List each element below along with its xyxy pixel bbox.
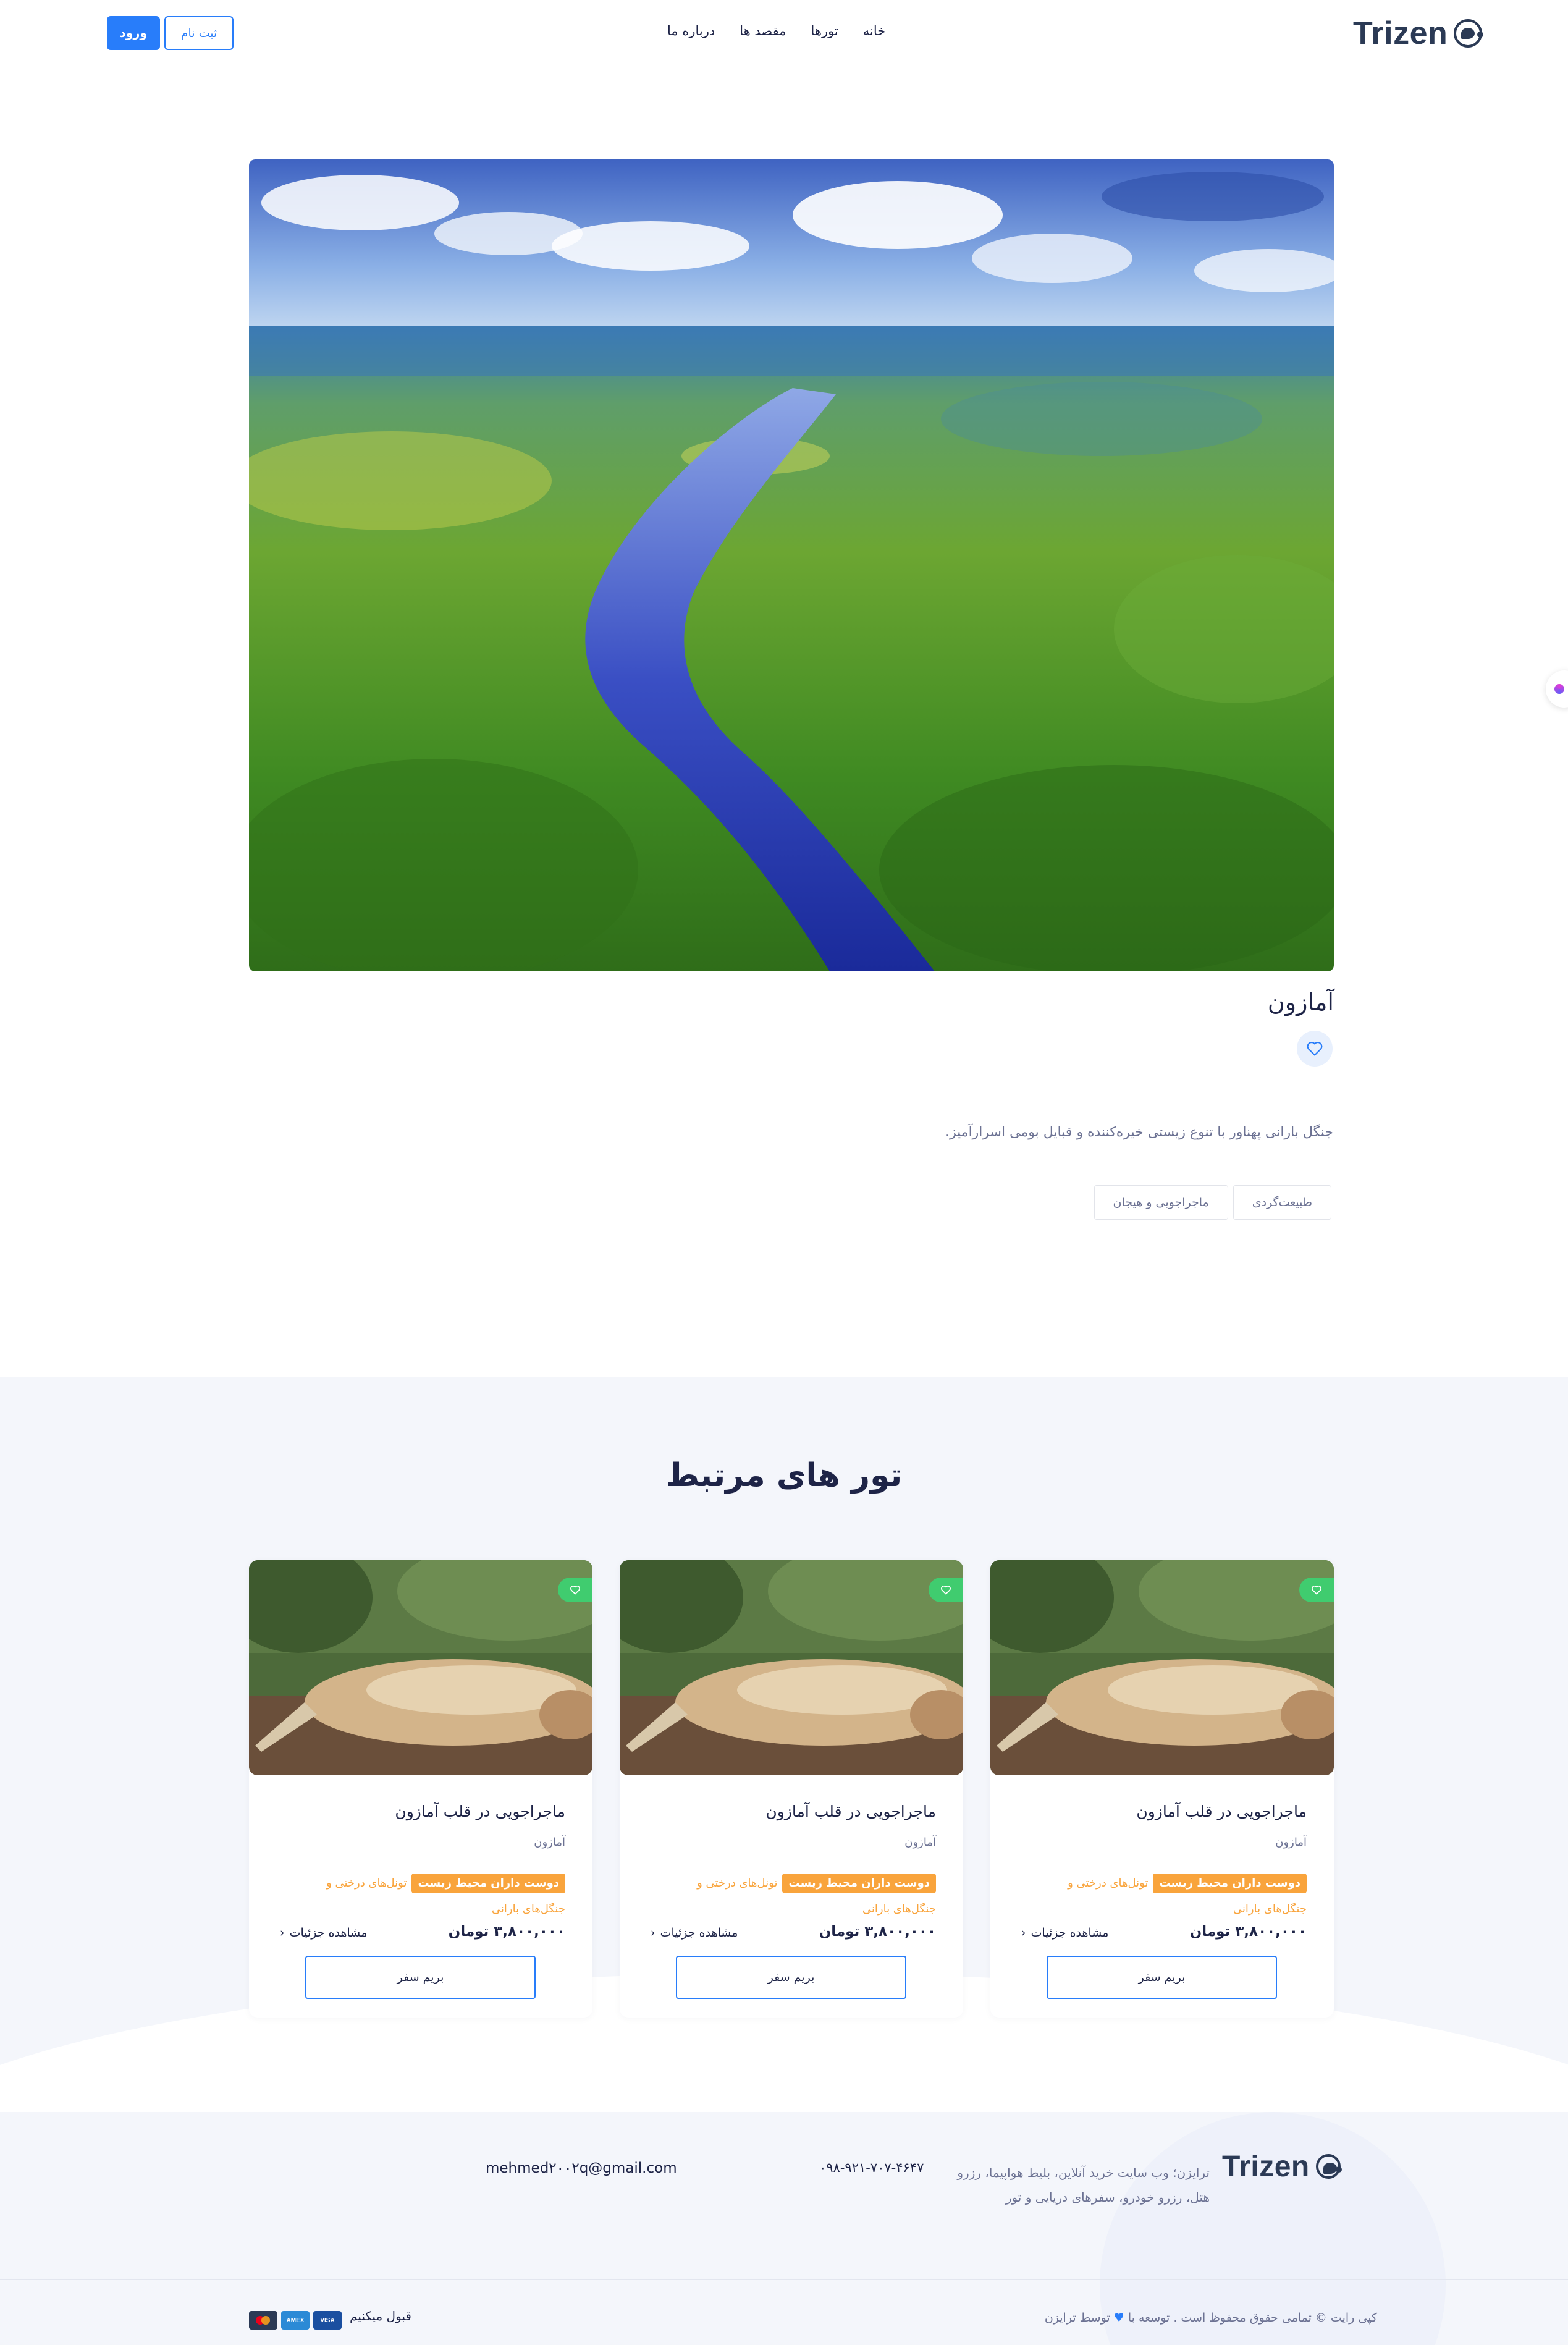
footer-phone[interactable]: ۰۹۸-۹۲۱-۷۰۷-۴۶۴۷ [819, 2160, 924, 2175]
tour-badge: دوست داران محیط زیست [782, 1874, 936, 1893]
chevron-left-icon: ‹ [651, 1926, 655, 1940]
book-tour-button[interactable]: بریم سفر [305, 1956, 536, 1999]
tour-thumbnail[interactable] [620, 1560, 963, 1775]
tour-location: آمازون [534, 1836, 565, 1849]
destination-title: آمازون [1267, 989, 1334, 1016]
view-details-link[interactable]: مشاهده جزئیات ‹ [651, 1926, 738, 1940]
logo[interactable]: Trizen [1353, 15, 1484, 52]
details-label: مشاهده جزئیات [289, 1926, 368, 1940]
globe-logo-icon [1454, 19, 1484, 48]
footer-logo[interactable]: Trizen [1222, 2148, 1342, 2185]
related-tours-title: تور های مرتبط [665, 1457, 903, 1494]
login-button[interactable]: ورود [107, 16, 160, 50]
favorite-badge[interactable] [1299, 1578, 1334, 1602]
book-tour-button[interactable]: بریم سفر [676, 1956, 906, 1999]
view-details-link[interactable]: مشاهده جزئیات ‹ [280, 1926, 367, 1940]
copyright-text: کپی رایت © تمامی حقوق محفوظ است . توسعه … [1045, 2311, 1377, 2325]
tour-title[interactable]: ماجراجویی در قلب آمازون [765, 1802, 936, 1820]
register-button[interactable]: ثبت نام [164, 16, 234, 50]
destination-hero-image [249, 159, 1334, 971]
tour-title[interactable]: ماجراجویی در قلب آمازون [1136, 1802, 1307, 1820]
copyright-pre: کپی رایت © تمامی حقوق محفوظ است . توسعه … [1128, 2311, 1377, 2325]
tag-nature[interactable]: طبیعت‌گردی [1233, 1185, 1331, 1220]
footer-about: ترایزن؛ وب سایت خرید آنلاین، بلیط هواپیم… [957, 2165, 1210, 2205]
heart-icon [1307, 1042, 1323, 1056]
mastercard-icon [249, 2311, 277, 2330]
view-details-link[interactable]: مشاهده جزئیات ‹ [1021, 1926, 1108, 1940]
chevron-left-icon: ‹ [1021, 1926, 1026, 1940]
decorative-circle [1100, 2112, 1446, 2345]
tour-thumbnail[interactable] [990, 1560, 1334, 1775]
tour-badge: دوست داران محیط زیست [1153, 1874, 1307, 1893]
destination-description: جنگل بارانی پهناور با تنوع زیستی خیره‌کن… [945, 1125, 1333, 1140]
heart-icon [570, 1585, 580, 1595]
related-tours-section: تور های مرتبط ماجراجویی در قلب آمازون آم… [0, 1377, 1568, 2112]
floating-widget-button[interactable] [1546, 670, 1568, 708]
tour-price: ۳,۸۰۰,۰۰۰ تومان [1189, 1924, 1307, 1940]
details-label: مشاهده جزئیات [660, 1926, 738, 1940]
footer-logo-text: Trizen [1222, 2150, 1310, 2183]
tag-adventure[interactable]: ماجراجویی و هیجان [1094, 1185, 1228, 1220]
visa-icon: VISA [313, 2311, 342, 2330]
tour-badges: دوست داران محیط زیستتونل‌های درختی و جنگ… [677, 1870, 936, 1922]
footer-email[interactable]: mehmed۲۰۰۲q@gmail.com [486, 2160, 677, 2176]
nav-item-destinations[interactable]: مقصد ها [740, 23, 786, 38]
favorite-button[interactable] [1297, 1031, 1333, 1067]
payment-accept-label: قبول میکنیم [350, 2309, 411, 2323]
footer-divider [0, 2279, 1568, 2280]
nav-item-tours[interactable]: تورها [811, 23, 838, 38]
copyright-post: توسط ترایزن [1044, 2311, 1110, 2325]
tour-price: ۳,۸۰۰,۰۰۰ تومان [448, 1924, 565, 1940]
amex-icon: AMEX [281, 2311, 310, 2330]
tour-badges: دوست داران محیط زیستتونل‌های درختی و جنگ… [1047, 1870, 1307, 1922]
nav-item-about[interactable]: درباره ما [667, 23, 715, 38]
tour-location: آمازون [904, 1836, 936, 1849]
details-label: مشاهده جزئیات [1031, 1926, 1109, 1940]
site-header: Trizen خانه تورها مقصد ها درباره ما ثبت … [0, 0, 1568, 68]
chevron-left-icon: ‹ [280, 1926, 285, 1940]
globe-logo-icon [1315, 2154, 1342, 2179]
book-tour-button[interactable]: بریم سفر [1047, 1956, 1277, 1999]
site-footer: Trizen ترایزن؛ وب سایت خرید آنلاین، بلیط… [0, 2112, 1568, 2345]
tour-price: ۳,۸۰۰,۰۰۰ تومان [819, 1924, 936, 1940]
tour-card[interactable]: ماجراجویی در قلب آمازون آمازون دوست دارا… [249, 1560, 592, 2018]
tour-location: آمازون [1275, 1836, 1307, 1849]
nav-item-home[interactable]: خانه [863, 23, 885, 38]
tour-card[interactable]: ماجراجویی در قلب آمازون آمازون دوست دارا… [990, 1560, 1334, 2018]
heart-icon [1312, 1585, 1321, 1595]
heart-icon: ♥ [1113, 2311, 1124, 2325]
logo-text: Trizen [1353, 15, 1448, 51]
tour-card[interactable]: ماجراجویی در قلب آمازون آمازون دوست دارا… [620, 1560, 963, 2018]
payment-methods: AMEX VISA [249, 2311, 342, 2330]
favorite-badge[interactable] [558, 1578, 592, 1602]
heart-icon [941, 1585, 951, 1595]
tour-thumbnail[interactable] [249, 1560, 592, 1775]
main-nav: خانه تورها مقصد ها درباره ما [667, 19, 885, 43]
tour-badge: دوست داران محیط زیست [411, 1874, 565, 1893]
favorite-badge[interactable] [929, 1578, 963, 1602]
destination-tags: طبیعت‌گردی ماجراجویی و هیجان [1094, 1185, 1331, 1220]
tour-badges: دوست داران محیط زیستتونل‌های درختی و جنگ… [306, 1870, 565, 1922]
tour-title[interactable]: ماجراجویی در قلب آمازون [395, 1802, 565, 1820]
